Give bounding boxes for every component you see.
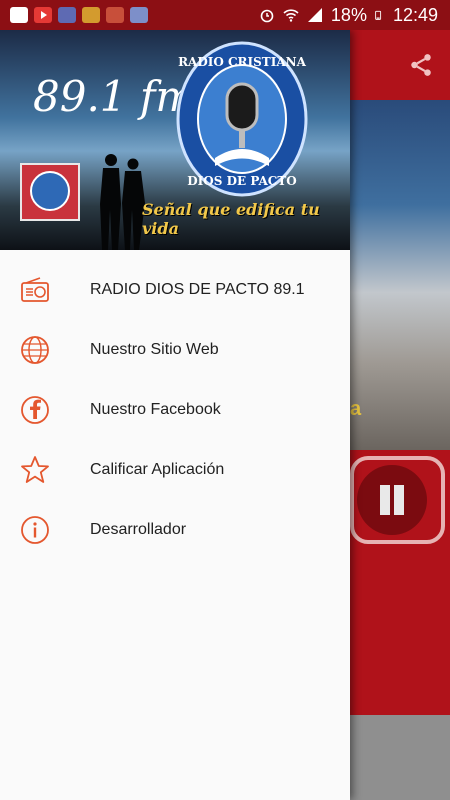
signal-icon xyxy=(307,8,322,22)
clock: 12:49 xyxy=(392,4,438,25)
menu-item-facebook[interactable]: Nuestro Facebook xyxy=(0,380,350,440)
gallery-icon xyxy=(10,7,28,23)
menu-item-developer[interactable]: Desarrollador xyxy=(0,500,350,560)
star-icon xyxy=(20,455,50,485)
player-control-frame xyxy=(350,456,445,544)
radio-icon xyxy=(20,275,50,305)
app-toolbar xyxy=(350,30,450,100)
menu-item-label: Nuestro Sitio Web xyxy=(90,341,219,358)
menu-item-rate-app[interactable]: Calificar Aplicación xyxy=(0,440,350,500)
banner-text-fragment: a xyxy=(350,398,362,420)
tagline: Señal que edifica tu vida xyxy=(142,200,320,238)
navigation-drawer: 89.1 fm RADIO CRISTIANA DIOS DE PACTO Se… xyxy=(0,30,350,800)
drawer-header-banner: 89.1 fm RADIO CRISTIANA DIOS DE PACTO Se… xyxy=(0,30,350,250)
notification-icons xyxy=(0,7,148,23)
menu-item-website[interactable]: Nuestro Sitio Web xyxy=(0,320,350,380)
facebook-icon xyxy=(20,395,50,425)
pause-icon xyxy=(380,485,390,515)
share-icon[interactable] xyxy=(408,52,434,78)
system-icons: 18% 12:49 xyxy=(259,5,450,26)
logo-bottom-text: DIOS DE PACTO xyxy=(187,174,296,188)
app-icon xyxy=(58,7,76,23)
app-icon xyxy=(130,7,148,23)
frequency-text: 89.1 fm xyxy=(33,72,196,121)
player-panel xyxy=(350,450,450,715)
logo-top-text: RADIO CRISTIANA xyxy=(178,55,307,69)
globe-www-icon xyxy=(20,335,50,365)
menu-item-label: RADIO DIOS DE PACTO 89.1 xyxy=(90,281,305,298)
info-icon xyxy=(20,515,50,545)
alarm-icon xyxy=(260,9,274,23)
station-banner: a xyxy=(350,100,450,450)
status-bar: 18% 12:49 xyxy=(0,0,450,30)
battery-percent: 18% xyxy=(330,4,367,25)
pause-icon-bar xyxy=(394,485,404,515)
app-logo-thumbnail xyxy=(20,163,80,221)
menu-item-label: Nuestro Facebook xyxy=(90,401,221,418)
app-icon xyxy=(82,7,100,23)
wifi-icon xyxy=(283,9,299,22)
drawer-menu: RADIO DIOS DE PACTO 89.1 Nuestro Sitio W… xyxy=(0,260,350,560)
pause-button[interactable] xyxy=(357,465,427,535)
app-icon xyxy=(106,7,124,23)
app-logo-globe xyxy=(30,171,70,211)
app-bottom-area xyxy=(350,715,450,800)
menu-item-radio[interactable]: RADIO DIOS DE PACTO 89.1 xyxy=(0,260,350,320)
battery-icon xyxy=(375,10,382,20)
menu-item-label: Calificar Aplicación xyxy=(90,461,225,478)
menu-item-label: Desarrollador xyxy=(90,521,187,538)
radio-logo: RADIO CRISTIANA DIOS DE PACTO xyxy=(176,41,308,197)
youtube-icon xyxy=(34,7,52,23)
